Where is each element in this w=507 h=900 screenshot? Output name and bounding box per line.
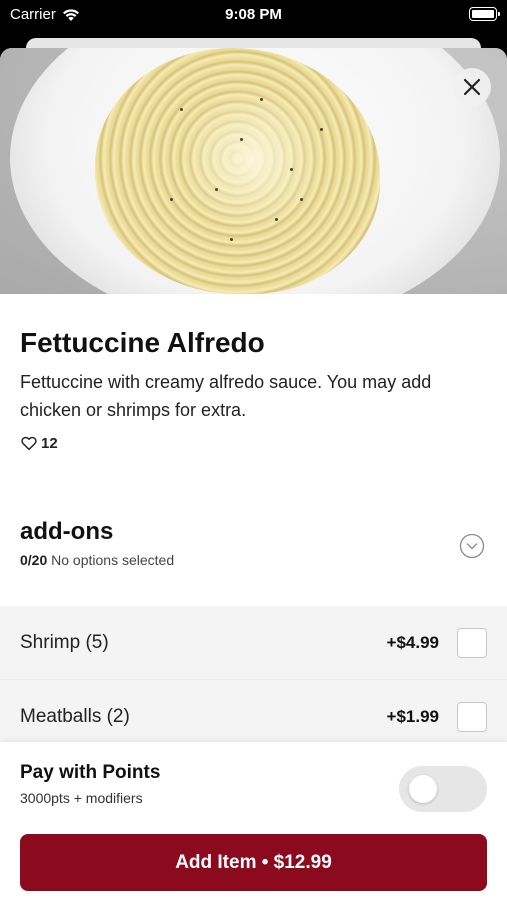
pay-with-points-toggle[interactable] (399, 766, 487, 812)
chevron-down-icon[interactable] (459, 533, 485, 559)
addon-checkbox-shrimp[interactable] (457, 628, 487, 658)
like-counter[interactable]: 12 (20, 434, 58, 452)
addon-option-price: +$4.99 (386, 633, 439, 652)
addons-count: 0/20 (20, 552, 48, 568)
addons-status: No options selected (51, 552, 175, 568)
addon-option-name: Meatballs (2) (20, 706, 130, 727)
like-count: 12 (41, 434, 58, 452)
addons-summary: 0/20 No options selected (20, 552, 174, 568)
item-detail-sheet: Fettuccine Alfredo Fettuccine with cream… (0, 48, 507, 900)
pay-with-points-title: Pay with Points (20, 762, 161, 783)
addons-title: add-ons (20, 518, 114, 545)
item-photo (0, 48, 507, 294)
battery-icon (469, 7, 500, 21)
status-time: 9:08 PM (225, 6, 282, 23)
add-item-button[interactable]: Add Item • $12.99 (20, 834, 487, 891)
toggle-knob (409, 775, 437, 803)
checkout-panel: Pay with Points 3000pts + modifiers Add … (0, 742, 507, 900)
close-icon (463, 78, 481, 96)
heart-icon (21, 436, 37, 451)
item-title: Fettuccine Alfredo (20, 327, 265, 358)
addon-option-price: +$1.99 (386, 707, 439, 726)
pay-with-points-subtitle: 3000pts + modifiers (20, 790, 143, 806)
addon-checkbox-meatballs[interactable] (457, 702, 487, 732)
addon-option-shrimp[interactable]: Shrimp (5) +$4.99 (0, 606, 507, 680)
addons-header[interactable]: add-ons 0/20 No options selected (20, 518, 174, 568)
status-bar: Carrier 9:08 PM (0, 0, 507, 36)
close-button[interactable] (453, 68, 491, 106)
item-description: Fettuccine with creamy alfredo sauce. Yo… (20, 372, 432, 420)
addon-option-name: Shrimp (5) (20, 632, 109, 653)
addon-options-list: Shrimp (5) +$4.99 Meatballs (2) +$1.99 (0, 606, 507, 754)
